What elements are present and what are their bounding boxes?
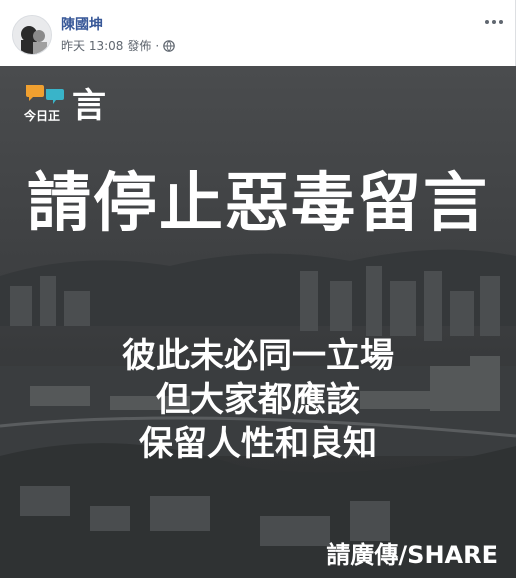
news-logo: 今日正 言 xyxy=(24,83,108,127)
image-headline: 請停止惡毒留言 xyxy=(27,167,489,241)
post-meta: 昨天 13:08 發佈 · xyxy=(61,37,176,54)
post-image[interactable]: 今日正 言 請停止惡毒留言 彼此未必同一立場 但大家都應該 保留人性和良知 請廣… xyxy=(0,66,516,578)
avatar[interactable] xyxy=(12,15,52,55)
city-aerial-background xyxy=(0,66,516,578)
speech-bubbles-icon xyxy=(26,85,64,104)
more-options-icon[interactable] xyxy=(482,12,506,32)
message-line: 保留人性和良知 xyxy=(139,424,377,464)
meta-separator: · xyxy=(155,38,160,53)
logo-small-text: 今日正 xyxy=(24,109,61,123)
message-line: 彼此未必同一立場 xyxy=(122,336,394,376)
logo-big-text: 言 xyxy=(72,86,106,126)
facebook-post: 陳國坤 昨天 13:08 發佈 · 今日正 言 請停止惡毒留言 彼此未必同一立場… xyxy=(0,0,516,578)
share-caption: 請廣傳/SHARE xyxy=(326,541,498,569)
post-header: 陳國坤 昨天 13:08 發佈 · xyxy=(0,0,516,66)
image-message: 彼此未必同一立場 但大家都應該 保留人性和良知 xyxy=(0,334,516,466)
author-name[interactable]: 陳國坤 xyxy=(61,14,103,34)
message-line: 但大家都應該 xyxy=(156,380,360,420)
post-action: 發佈 xyxy=(127,39,152,53)
globe-icon[interactable] xyxy=(163,39,176,52)
post-timestamp[interactable]: 昨天 13:08 xyxy=(61,37,123,54)
